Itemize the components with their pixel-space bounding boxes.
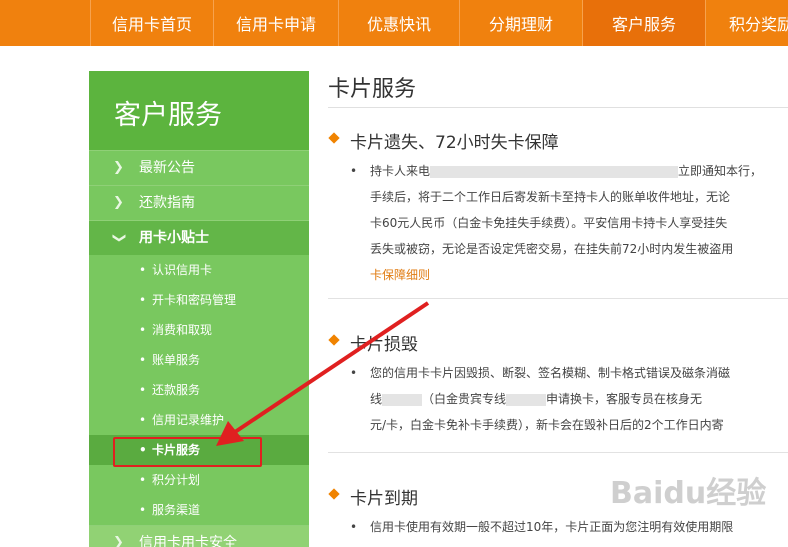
sidebar-item-card-tips[interactable]: ❯ 用卡小贴士: [89, 220, 309, 255]
sidebar-item-card-security[interactable]: ❯ 信用卡用卡安全: [89, 525, 309, 547]
bullet-icon: •: [139, 473, 147, 487]
sidebar-subitem-know-card[interactable]: • 认识信用卡: [89, 255, 309, 285]
chevron-right-icon: ❯: [113, 535, 124, 547]
text-line: 手续后，将于二个工作日后寄发新卡至持卡人的账单收件地址，无论: [370, 190, 731, 204]
chevron-down-icon: ❯: [111, 232, 127, 244]
section-title: 卡片遗失、72小时失卡保障: [328, 128, 788, 154]
text-line: 持卡人来电 立即通知本行，: [370, 158, 788, 184]
sidebar-subitem-spending-cash[interactable]: • 消费和取现: [89, 315, 309, 345]
sidebar-item-label: 最新公告: [139, 160, 195, 176]
text-line: 元/卡，白金卡免补卡手续费），新卡会在毁补日后的2个工作日内寄: [370, 418, 724, 432]
highlight-box: [113, 437, 262, 467]
sidebar-subitem-label: 信用记录维护: [152, 413, 225, 427]
divider: [328, 298, 788, 299]
diamond-bullet-icon: [328, 132, 340, 144]
sidebar-subitem-activation-password[interactable]: • 开卡和密码管理: [89, 285, 309, 315]
sidebar-subitem-label: 服务渠道: [152, 503, 201, 517]
nav-item-customer-service[interactable]: 客户服务: [582, 0, 705, 46]
chevron-right-icon: ❯: [113, 195, 124, 210]
section-title: 卡片损毁: [328, 330, 788, 356]
sidebar-subitem-label: 认识信用卡: [152, 263, 213, 277]
sidebar-subitem-label: 账单服务: [152, 353, 201, 367]
bullet-icon: •: [350, 520, 358, 534]
bullet-icon: •: [139, 383, 147, 397]
sidebar-subitem-channels[interactable]: • 服务渠道: [89, 495, 309, 525]
text-line: 您的信用卡卡片因毁损、断裂、签名模糊、制卡格式错误及磁条消磁: [370, 366, 731, 380]
text-fragment: 持卡人来电: [370, 164, 431, 178]
bullet-icon: •: [139, 323, 147, 337]
top-navigation: 信用卡首页 信用卡申请 优惠快讯 分期理财 客户服务 积分奖励: [0, 0, 788, 46]
section-title-text: 卡片损毁: [350, 335, 418, 355]
main-content: 卡片服务 卡片遗失、72小时失卡保障 • 持卡人来电 立即通知本行， 手续后，将于…: [328, 71, 788, 534]
section-body: • 信用卡使用有效期一般不超过10年，卡片正面为您注明有效使用期限: [328, 514, 788, 540]
sidebar-subitem-repayment[interactable]: • 还款服务: [89, 375, 309, 405]
text-fragment: （白金贵宾专线: [422, 392, 507, 406]
section-lost-card: 卡片遗失、72小时失卡保障 • 持卡人来电 立即通知本行， 手续后，将于二个工作日…: [328, 128, 788, 288]
sidebar-item-label: 用卡小贴士: [139, 230, 209, 246]
sidebar-subitem-label: 还款服务: [152, 383, 201, 397]
sidebar-subitem-label: 开卡和密码管理: [152, 293, 237, 307]
sidebar-title: 客户服务: [89, 71, 309, 150]
sidebar-subitem-statement[interactable]: • 账单服务: [89, 345, 309, 375]
section-title-text: 卡片到期: [350, 489, 418, 509]
sidebar-subitem-label: 积分计划: [152, 473, 201, 487]
sidebar-item-repayment-guide[interactable]: ❯ 还款指南: [89, 185, 309, 220]
bullet-icon: •: [350, 366, 358, 380]
nav-item-apply[interactable]: 信用卡申请: [213, 0, 338, 46]
redacted-text: [430, 165, 679, 178]
redacted-text: [506, 393, 547, 406]
text-line: 线 （白金贵宾专线 申请换卡，客服专员在核身无: [370, 386, 788, 412]
nav-item-installment[interactable]: 分期理财: [459, 0, 582, 46]
chevron-right-icon: ❯: [113, 160, 124, 175]
divider: [328, 452, 788, 453]
bullet-icon: •: [139, 353, 147, 367]
sidebar-subitem-points[interactable]: • 积分计划: [89, 465, 309, 495]
page-title: 卡片服务: [328, 71, 788, 108]
section-title-text: 卡片遗失、72小时失卡保障: [350, 133, 559, 153]
nav-item-home[interactable]: 信用卡首页: [90, 0, 213, 46]
nav-item-offers[interactable]: 优惠快讯: [338, 0, 459, 46]
sidebar-item-label: 信用卡用卡安全: [139, 535, 237, 547]
text-line: 信用卡使用有效期一般不超过10年，卡片正面为您注明有效使用期限: [370, 520, 734, 534]
diamond-bullet-icon: [328, 488, 340, 500]
diamond-bullet-icon: [328, 334, 340, 346]
bullet-icon: •: [139, 413, 147, 427]
terms-link[interactable]: 卡保障细则: [370, 268, 430, 282]
watermark: Baidu经验: [610, 476, 767, 511]
nav-item-rewards[interactable]: 积分奖励: [705, 0, 788, 46]
text-fragment: 线: [370, 392, 383, 406]
text-line: 卡保障细则: [370, 262, 788, 288]
bullet-icon: •: [139, 263, 147, 277]
bullet-icon: •: [139, 293, 147, 307]
text-line: 卡60元人民币（白金卡免挂失手续费）。平安信用卡持卡人享受挂失: [370, 216, 728, 230]
redacted-text: [382, 393, 423, 406]
sidebar-item-announcements[interactable]: ❯ 最新公告: [89, 150, 309, 185]
section-body: • 持卡人来电 立即通知本行， 手续后，将于二个工作日后寄发新卡至持卡人的账单收件…: [328, 158, 788, 288]
text-line: 丢失或被窃，无论是否设定凭密交易，在挂失前72小时内发生被盗用: [370, 242, 734, 256]
bullet-icon: •: [139, 503, 147, 517]
sidebar-subitem-credit-record[interactable]: • 信用记录维护: [89, 405, 309, 435]
text-fragment: 立即通知本行，: [678, 164, 763, 178]
sidebar: 客户服务 ❯ 最新公告 ❯ 还款指南 ❯ 用卡小贴士 • 认识信用卡 • 开卡和…: [89, 71, 309, 547]
text-fragment: 申请换卡，客服专员在核身无: [546, 392, 703, 406]
section-damaged-card: 卡片损毁 • 您的信用卡卡片因毁损、断裂、签名模糊、制卡格式错误及磁条消磁 线 （…: [328, 330, 788, 438]
sidebar-subitem-label: 消费和取现: [152, 323, 213, 337]
bullet-icon: •: [350, 164, 358, 178]
sidebar-item-label: 还款指南: [139, 195, 195, 211]
section-body: • 您的信用卡卡片因毁损、断裂、签名模糊、制卡格式错误及磁条消磁 线 （白金贵宾专…: [328, 360, 788, 438]
